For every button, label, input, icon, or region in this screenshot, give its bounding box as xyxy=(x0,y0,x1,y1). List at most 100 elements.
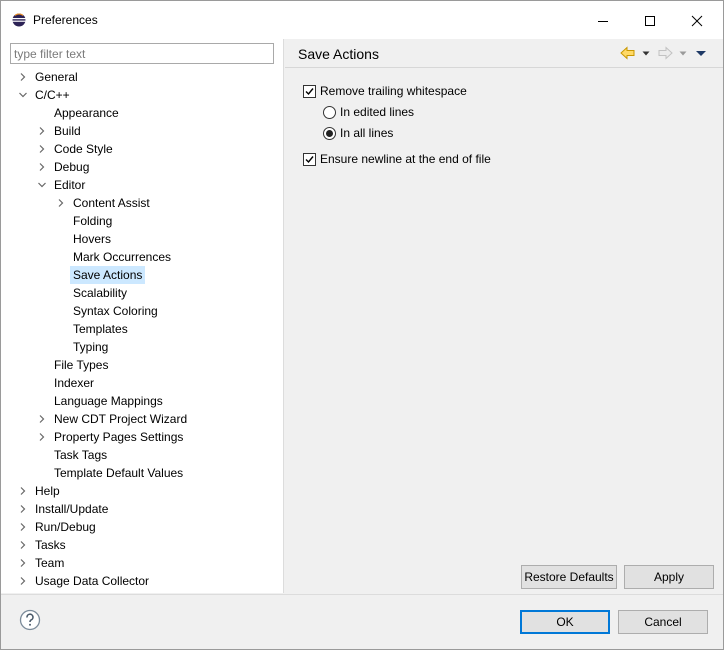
tree-item-label: Content Assist xyxy=(73,196,150,210)
ok-button[interactable]: OK xyxy=(520,610,610,634)
tree-item-label: Template Default Values xyxy=(54,466,184,480)
apply-button[interactable]: Apply xyxy=(624,565,714,589)
chevron-right-icon[interactable] xyxy=(37,144,47,154)
cancel-button[interactable]: Cancel xyxy=(618,610,708,634)
remove-trailing-whitespace-option[interactable]: Remove trailing whitespace xyxy=(303,83,467,99)
tree-item[interactable]: Property Pages Settings xyxy=(1,428,284,446)
remove-trailing-whitespace-checkbox[interactable] xyxy=(303,84,316,98)
tree-item-label: Run/Debug xyxy=(35,520,96,534)
in-all-lines-option[interactable]: In all lines xyxy=(323,125,393,141)
tree-item-label: Tasks xyxy=(35,538,66,552)
tree-item-label: Code Style xyxy=(54,142,113,156)
close-icon xyxy=(691,15,703,27)
tree-item[interactable]: Content Assist xyxy=(1,194,284,212)
tree-item-label: Usage Data Collector xyxy=(35,574,150,588)
tree-item[interactable]: Typing xyxy=(1,338,284,356)
chevron-right-icon[interactable] xyxy=(18,576,28,586)
tree-item-label: Property Pages Settings xyxy=(54,430,184,444)
tree-item-label: General xyxy=(35,70,78,84)
tree-item-label: Team xyxy=(35,556,65,570)
chevron-right-icon[interactable] xyxy=(56,198,66,208)
tree-item[interactable]: C/C++ xyxy=(1,86,284,104)
filter-input[interactable] xyxy=(10,43,274,64)
tree-item-label: Task Tags xyxy=(54,448,108,462)
view-menu-icon[interactable] xyxy=(695,45,707,61)
chevron-right-icon[interactable] xyxy=(37,432,47,442)
tree-item[interactable]: Syntax Coloring xyxy=(1,302,284,320)
tree-item[interactable]: Folding xyxy=(1,212,284,230)
tree-item[interactable]: Templates xyxy=(1,320,284,338)
tree-item[interactable]: Appearance xyxy=(1,104,284,122)
tree-item-label: C/C++ xyxy=(35,88,70,102)
tree-item[interactable]: Tasks xyxy=(1,536,284,554)
chevron-right-icon[interactable] xyxy=(18,558,28,568)
save-actions-page: Remove trailing whitespace In edited lin… xyxy=(285,69,723,593)
tree-item[interactable]: Indexer xyxy=(1,374,284,392)
maximize-icon xyxy=(645,16,655,26)
ensure-newline-option[interactable]: Ensure newline at the end of file xyxy=(303,151,491,167)
tree-item[interactable]: Scalability xyxy=(1,284,284,302)
chevron-right-icon[interactable] xyxy=(37,162,47,172)
tree-item[interactable]: Task Tags xyxy=(1,446,284,464)
restore-defaults-button[interactable]: Restore Defaults xyxy=(521,565,617,589)
help-icon[interactable] xyxy=(19,609,41,631)
forward-arrow-icon xyxy=(658,46,673,60)
dialog-footer: OK Cancel xyxy=(1,594,723,649)
in-all-lines-radio[interactable] xyxy=(323,126,336,140)
chevron-right-icon[interactable] xyxy=(18,72,28,82)
ensure-newline-label: Ensure newline at the end of file xyxy=(320,152,491,166)
tree-item-label: Install/Update xyxy=(35,502,109,516)
chevron-right-icon[interactable] xyxy=(18,540,28,550)
tree-item-label: File Types xyxy=(54,358,109,372)
tree-item-label: Editor xyxy=(54,178,86,192)
back-arrow-icon[interactable] xyxy=(619,45,637,61)
tree-item[interactable]: Install/Update xyxy=(1,500,284,518)
tree-item[interactable]: Debug xyxy=(1,158,284,176)
tree-item-label: Help xyxy=(35,484,60,498)
tree-item[interactable]: Save Actions xyxy=(1,266,284,284)
tree-item-label: Indexer xyxy=(54,376,95,390)
tree-item-label: Build xyxy=(54,124,81,138)
chevron-right-icon[interactable] xyxy=(18,486,28,496)
tree-item[interactable]: Editor xyxy=(1,176,284,194)
eclipse-icon xyxy=(12,13,26,27)
in-all-lines-label: In all lines xyxy=(340,126,394,140)
tree-item-label: Scalability xyxy=(73,286,128,300)
in-edited-lines-radio[interactable] xyxy=(323,105,336,119)
title-bar[interactable]: Preferences xyxy=(1,1,723,39)
tree-item[interactable]: Help xyxy=(1,482,284,500)
chevron-down-icon[interactable] xyxy=(37,180,47,190)
tree-item[interactable]: Template Default Values xyxy=(1,464,284,482)
chevron-right-icon[interactable] xyxy=(37,126,47,136)
tree-item[interactable]: File Types xyxy=(1,356,284,374)
tree-item[interactable]: Mark Occurrences xyxy=(1,248,284,266)
close-button[interactable] xyxy=(675,7,719,35)
minimize-button[interactable] xyxy=(581,7,625,35)
tree-item-label: Typing xyxy=(73,340,109,354)
chevron-down-icon[interactable] xyxy=(18,90,28,100)
page-header: Save Actions xyxy=(285,39,723,68)
tree-item[interactable]: Usage Data Collector xyxy=(1,572,284,590)
minimize-icon xyxy=(598,21,608,22)
tree-item[interactable]: Hovers xyxy=(1,230,284,248)
tree-item-label: Folding xyxy=(73,214,113,228)
ensure-newline-checkbox[interactable] xyxy=(303,152,316,166)
chevron-right-icon[interactable] xyxy=(18,504,28,514)
in-edited-lines-option[interactable]: In edited lines xyxy=(323,104,414,120)
tree-item-label: Debug xyxy=(54,160,90,174)
checkmark-icon xyxy=(305,87,314,95)
forward-menu-icon xyxy=(679,51,687,56)
preferences-window: Preferences General C/C++ Appearance Build C… xyxy=(0,0,724,650)
chevron-right-icon[interactable] xyxy=(37,414,47,424)
back-menu-icon[interactable] xyxy=(641,45,651,61)
chevron-right-icon[interactable] xyxy=(18,522,28,532)
tree-item[interactable]: Run/Debug xyxy=(1,518,284,536)
tree-item[interactable]: Code Style xyxy=(1,140,284,158)
tree-item[interactable]: Language Mappings xyxy=(1,392,284,410)
tree-item[interactable]: New CDT Project Wizard xyxy=(1,410,284,428)
tree-item[interactable]: Build xyxy=(1,122,284,140)
tree-item[interactable]: General xyxy=(1,68,284,86)
in-edited-lines-label: In edited lines xyxy=(340,105,415,119)
tree-item[interactable]: Team xyxy=(1,554,284,572)
maximize-button[interactable] xyxy=(628,7,672,35)
